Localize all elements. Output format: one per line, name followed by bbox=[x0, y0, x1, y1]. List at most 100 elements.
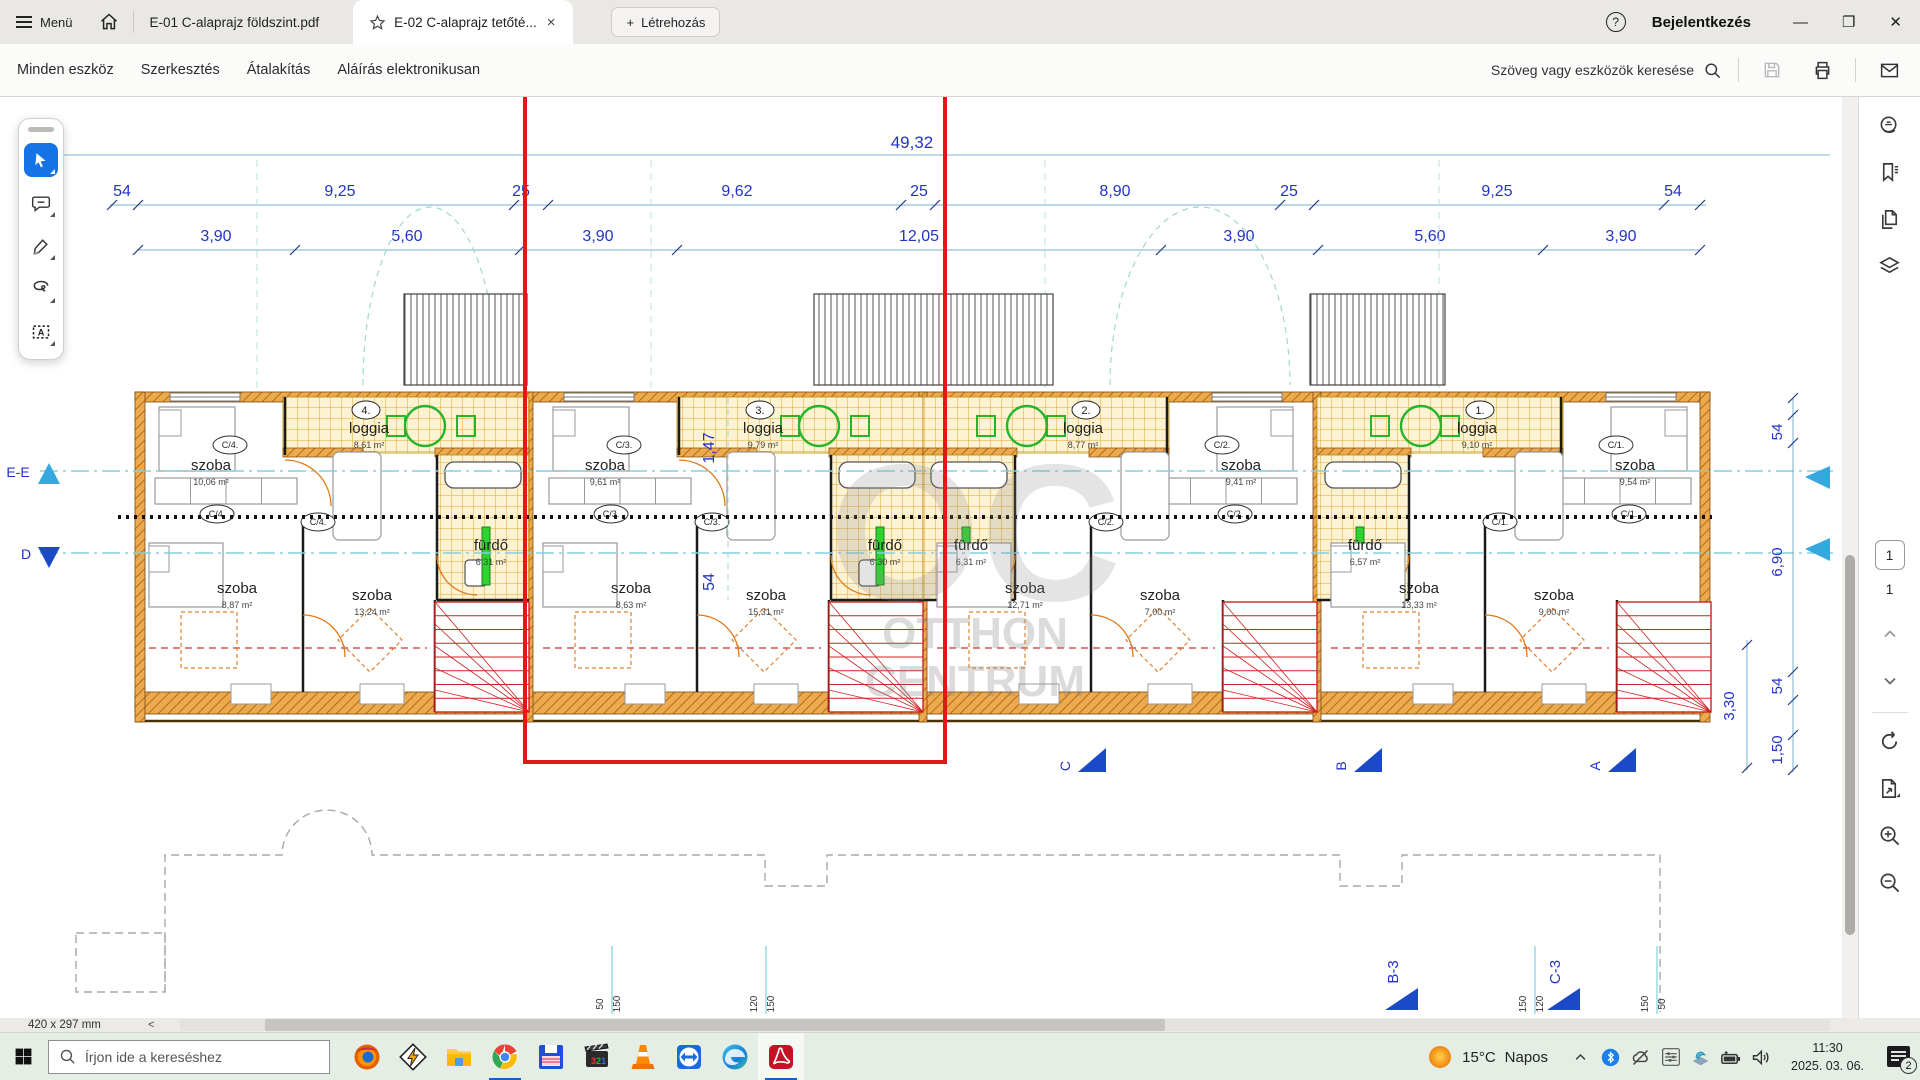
taskbar-clock[interactable]: 11:30 2025. 03. 06. bbox=[1779, 1039, 1876, 1075]
vertical-scrollbar-thumb[interactable] bbox=[1845, 555, 1855, 935]
svg-text:szoba: szoba bbox=[1399, 580, 1440, 597]
battery-icon[interactable] bbox=[1718, 1033, 1743, 1080]
svg-text:1: 1 bbox=[601, 1056, 606, 1066]
taskbar-winamp-icon[interactable] bbox=[390, 1033, 436, 1080]
page-total-label: 1 bbox=[1886, 582, 1894, 597]
svg-text:D: D bbox=[21, 546, 31, 562]
taskbar-chrome-icon[interactable] bbox=[482, 1033, 528, 1080]
zoom-in-icon bbox=[1878, 824, 1901, 847]
svg-text:OTTHON: OTTHON bbox=[882, 609, 1068, 658]
svg-text:25: 25 bbox=[910, 183, 928, 200]
app-menu-button[interactable]: Menü bbox=[0, 0, 85, 44]
svg-text:9,25: 9,25 bbox=[1481, 183, 1512, 200]
volume-icon[interactable] bbox=[1748, 1033, 1773, 1080]
page-number-input[interactable]: 1 bbox=[1875, 540, 1905, 570]
select-tool[interactable] bbox=[24, 143, 58, 177]
sign-in-button[interactable]: Bejelentkezés bbox=[1652, 14, 1751, 31]
settings-sliders-icon[interactable] bbox=[1658, 1033, 1683, 1080]
zoom-out-button[interactable] bbox=[1871, 863, 1909, 901]
svg-text:9,79 m²: 9,79 m² bbox=[748, 440, 779, 450]
right-panel-rail: 1 1 bbox=[1858, 97, 1920, 1018]
horizontal-scrollbar[interactable] bbox=[180, 1019, 1830, 1031]
svg-text:loggia: loggia bbox=[743, 420, 784, 437]
print-button[interactable] bbox=[1805, 53, 1839, 87]
tray-expand-chevron-icon[interactable] bbox=[1568, 1033, 1593, 1080]
home-button[interactable] bbox=[85, 0, 133, 44]
lasso-tool[interactable] bbox=[24, 272, 58, 306]
text-box-tool[interactable]: A bbox=[24, 315, 58, 349]
tab-close-icon[interactable]: × bbox=[545, 14, 558, 31]
svg-text:6,90: 6,90 bbox=[1769, 547, 1786, 576]
export-page-icon bbox=[1878, 777, 1901, 800]
menu-alairas[interactable]: Aláírás elektronikusan bbox=[337, 62, 480, 78]
restore-button[interactable]: ❐ bbox=[1842, 13, 1855, 31]
windows-logo-icon bbox=[14, 1047, 33, 1066]
cursor-arrow-icon bbox=[32, 151, 50, 169]
notification-center-button[interactable]: 2 bbox=[1876, 1033, 1920, 1080]
hamburger-icon bbox=[16, 13, 32, 31]
drag-handle[interactable] bbox=[28, 127, 54, 132]
svg-text:fürdő: fürdő bbox=[474, 537, 508, 554]
toolbar: Minden eszköz Szerkesztés Átalakítás Alá… bbox=[0, 44, 1920, 97]
taskbar-vlc-icon[interactable] bbox=[620, 1033, 666, 1080]
svg-text:5,60: 5,60 bbox=[1414, 228, 1445, 245]
menu-minden-eszkoz[interactable]: Minden eszköz bbox=[17, 62, 114, 78]
star-icon[interactable] bbox=[369, 14, 386, 31]
taskbar-edge-icon[interactable] bbox=[712, 1033, 758, 1080]
comment-tool[interactable] bbox=[24, 186, 58, 220]
menu-szerkesztes[interactable]: Szerkesztés bbox=[141, 62, 220, 78]
search-icon bbox=[59, 1048, 76, 1065]
email-button[interactable] bbox=[1872, 53, 1906, 87]
bluetooth-icon[interactable] bbox=[1598, 1033, 1623, 1080]
weather-widget[interactable]: 15°C Napos bbox=[1413, 1044, 1562, 1070]
svg-text:C/2.: C/2. bbox=[1214, 440, 1231, 450]
svg-text:A: A bbox=[38, 327, 45, 337]
pencil-icon bbox=[31, 236, 51, 256]
help-button[interactable]: ? bbox=[1606, 12, 1626, 32]
onedrive-offline-icon[interactable] bbox=[1628, 1033, 1653, 1080]
draw-tool[interactable] bbox=[24, 229, 58, 263]
taskbar-teamviewer-icon[interactable] bbox=[666, 1033, 712, 1080]
search-label: Szöveg vagy eszközök keresése bbox=[1491, 62, 1694, 78]
vertical-scrollbar[interactable] bbox=[1842, 97, 1858, 1018]
export-page-button[interactable] bbox=[1871, 769, 1909, 807]
minimize-button[interactable]: — bbox=[1793, 14, 1808, 31]
taskbar-explorer-icon[interactable] bbox=[436, 1033, 482, 1080]
taskbar-search-input[interactable]: Írjon ide a kereséshez bbox=[48, 1040, 330, 1074]
horizontal-scrollbar-thumb[interactable] bbox=[265, 1019, 1165, 1031]
svg-text:15,31 m²: 15,31 m² bbox=[748, 607, 784, 617]
taskbar-totalcommander-icon[interactable] bbox=[528, 1033, 574, 1080]
layers-panel-button[interactable] bbox=[1871, 247, 1909, 285]
tab-e01-foldszint[interactable]: E-01 C-alaprajz földszint.pdf bbox=[134, 0, 336, 44]
menu-label: Menü bbox=[40, 15, 73, 30]
page-thumbnails-button[interactable] bbox=[1871, 200, 1909, 238]
zoom-in-button[interactable] bbox=[1871, 816, 1909, 854]
mail-icon bbox=[1879, 60, 1900, 81]
divider bbox=[1855, 58, 1856, 82]
close-button[interactable]: ✕ bbox=[1889, 13, 1902, 31]
start-button[interactable] bbox=[0, 1033, 46, 1080]
next-page-button[interactable] bbox=[1871, 662, 1909, 700]
taskbar-mpc-icon[interactable]: 321 bbox=[574, 1033, 620, 1080]
taskbar-firefox-icon[interactable] bbox=[344, 1033, 390, 1080]
taskbar-acrobat-icon[interactable] bbox=[758, 1033, 804, 1080]
comments-panel-button[interactable] bbox=[1871, 106, 1909, 144]
collapse-arrow[interactable]: < bbox=[148, 1018, 154, 1032]
titlebar: Menü E-01 C-alaprajz földszint.pdf E-02 … bbox=[0, 0, 1920, 44]
previous-page-button[interactable] bbox=[1871, 615, 1909, 653]
tab-label: E-01 C-alaprajz földszint.pdf bbox=[150, 15, 320, 30]
bookmarks-panel-button[interactable] bbox=[1871, 153, 1909, 191]
svg-text:10,06 m²: 10,06 m² bbox=[193, 477, 229, 487]
create-button[interactable]: + Létrehozás bbox=[611, 7, 720, 37]
rotate-page-button[interactable] bbox=[1871, 722, 1909, 760]
document-canvas[interactable]: 49,32549,25259,62258,90259,25543,905,603… bbox=[0, 97, 1842, 1018]
save-button[interactable] bbox=[1755, 53, 1789, 87]
svg-text:54: 54 bbox=[701, 573, 718, 591]
search-tools[interactable]: Szöveg vagy eszközök keresése bbox=[1491, 61, 1722, 80]
svg-text:1.: 1. bbox=[1475, 405, 1484, 417]
svg-text:7,00 m²: 7,00 m² bbox=[1145, 607, 1176, 617]
menu-atalakitas[interactable]: Átalakítás bbox=[247, 62, 311, 78]
svg-text:C: C bbox=[1057, 761, 1073, 771]
tab-e02-tetoter[interactable]: E-02 C-alaprajz tetőté... × bbox=[353, 0, 573, 44]
scanner-utility-icon[interactable] bbox=[1688, 1033, 1713, 1080]
